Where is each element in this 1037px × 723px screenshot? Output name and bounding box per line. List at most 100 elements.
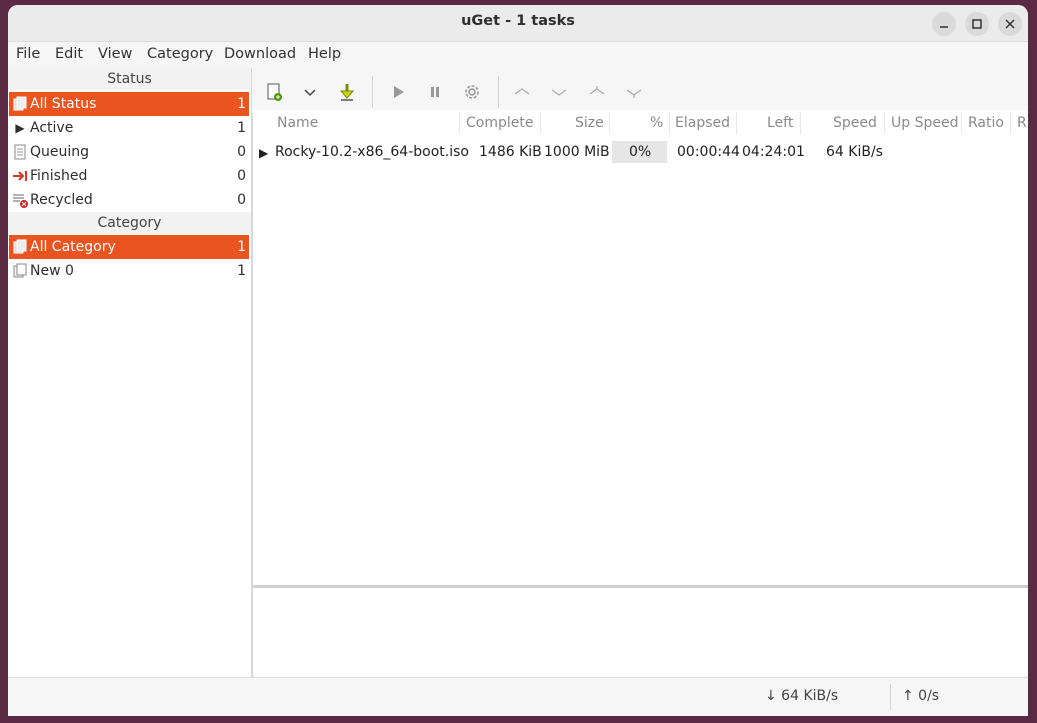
detail-pane[interactable] (253, 588, 1028, 676)
sidebar-item-label: Recycled (30, 192, 93, 208)
sidebar-item-label: New 0 (30, 263, 74, 279)
maximize-button[interactable] (965, 12, 989, 36)
new-dropdown-button[interactable] (298, 80, 322, 104)
new-file-icon (267, 83, 282, 101)
sidebar: Status All Status 1 ▶ Active 1 Queuing 0… (8, 68, 254, 678)
sidebar-item-label: All Status (30, 96, 97, 112)
column-separator (1010, 112, 1011, 134)
column-header-name[interactable]: Name (277, 115, 318, 131)
column-header-percent[interactable]: % (650, 115, 663, 131)
column-header-speed[interactable]: Speed (833, 115, 877, 131)
sidebar-item-queuing[interactable]: Queuing 0 (9, 140, 249, 164)
titlebar[interactable]: uGet - 1 tasks (8, 5, 1028, 42)
menu-file[interactable]: File (16, 46, 40, 62)
move-bottom-button[interactable] (622, 80, 646, 104)
recycled-icon (12, 188, 28, 212)
download-arrow-icon (339, 84, 355, 101)
category-icon (12, 259, 28, 283)
play-icon: ▶ (259, 146, 269, 160)
toolbar (252, 68, 1028, 115)
column-separator (540, 112, 541, 134)
sidebar-item-label: All Category (30, 239, 116, 255)
play-icon: ▶ (15, 121, 25, 135)
maximize-icon (972, 19, 982, 29)
cell-speed: 64 KiB/s (826, 144, 883, 160)
sidebar-item-label: Finished (30, 168, 88, 184)
download-speed: ↓ 64 KiB/s (765, 688, 839, 704)
move-bottom-icon (626, 89, 642, 98)
pause-button[interactable] (423, 80, 447, 104)
cell-left: 04:24:01 (742, 144, 805, 160)
app-window: uGet - 1 tasks File Edit View Category D… (8, 5, 1028, 716)
upload-speed: ↑ 0/s (902, 688, 940, 704)
window-title: uGet - 1 tasks (461, 13, 575, 29)
cell-complete: 1486 KiB (479, 144, 542, 160)
save-download-button[interactable] (335, 80, 359, 104)
sidebar-item-all-status[interactable]: All Status 1 (9, 92, 249, 116)
chevron-up-icon (514, 88, 530, 95)
finished-arrow-icon (12, 164, 28, 188)
menu-edit[interactable]: Edit (55, 46, 83, 62)
toolbar-separator (372, 76, 373, 108)
document-icon (12, 140, 28, 164)
table-header: Name Complete Size % Elapsed Left Speed … (253, 110, 1028, 136)
minimize-button[interactable] (932, 12, 956, 36)
sidebar-item-count: 0 (237, 168, 246, 184)
menubar: File Edit View Category Download Help (8, 42, 1028, 69)
status-section-header: Status (8, 68, 251, 90)
sidebar-item-finished[interactable]: Finished 0 (9, 164, 249, 188)
move-up-button[interactable] (510, 80, 534, 104)
menu-help[interactable]: Help (308, 46, 341, 62)
column-separator (884, 112, 885, 134)
column-header-elapsed[interactable]: Elapsed (675, 115, 730, 131)
sidebar-item-active[interactable]: ▶ Active 1 (9, 116, 249, 140)
all-status-icon (12, 92, 28, 116)
move-top-icon (589, 86, 605, 95)
download-list: Name Complete Size % Elapsed Left Speed … (253, 110, 1028, 588)
start-button[interactable] (386, 80, 410, 104)
new-download-button[interactable] (262, 80, 286, 104)
all-category-icon (12, 235, 28, 259)
cell-name: Rocky-10.2-x86_64-boot.iso (275, 144, 469, 160)
column-header-left[interactable]: Left (767, 115, 793, 131)
gear-icon (465, 85, 479, 99)
cell-elapsed: 00:00:44 (677, 144, 740, 160)
sidebar-item-count: 1 (237, 239, 246, 255)
sidebar-item-count: 1 (237, 263, 246, 279)
column-header-size[interactable]: Size (575, 115, 604, 131)
toolbar-separator (498, 76, 499, 108)
cell-percent: 0% (629, 144, 652, 160)
sidebar-item-count: 0 (237, 144, 246, 160)
column-header-up-speed[interactable]: Up Speed (891, 115, 958, 131)
category-section-header: Category (8, 212, 251, 234)
column-separator (609, 112, 610, 134)
close-button[interactable] (998, 12, 1022, 36)
sidebar-item-recycled[interactable]: Recycled 0 (9, 188, 249, 212)
sidebar-item-label: Queuing (30, 144, 90, 160)
statusbar: ↓ 64 KiB/s ↑ 0/s (8, 677, 1028, 716)
sidebar-item-all-category[interactable]: All Category 1 (9, 235, 249, 259)
pause-icon (431, 87, 439, 97)
column-header-ratio[interactable]: Ratio (968, 115, 1004, 131)
sidebar-item-count: 0 (237, 192, 246, 208)
close-icon (1005, 19, 1015, 29)
move-down-button[interactable] (547, 80, 571, 104)
menu-view[interactable]: View (98, 46, 132, 62)
column-separator (736, 112, 737, 134)
sidebar-item-count: 1 (237, 120, 246, 136)
column-separator (961, 112, 962, 134)
chevron-down-icon (304, 89, 316, 97)
menu-category[interactable]: Category (147, 46, 213, 62)
chevron-down-icon (551, 89, 567, 96)
sidebar-item-label: Active (30, 120, 74, 136)
column-separator (669, 112, 670, 134)
menu-download[interactable]: Download (224, 46, 296, 62)
sidebar-item-new-0[interactable]: New 0 1 (9, 259, 249, 283)
move-top-button[interactable] (585, 80, 609, 104)
sidebar-item-count: 1 (237, 96, 246, 112)
properties-button[interactable] (460, 80, 484, 104)
play-icon (394, 86, 404, 98)
column-header-r[interactable]: R (1017, 115, 1027, 131)
column-header-complete[interactable]: Complete (466, 115, 533, 131)
cell-size: 1000 MiB (544, 144, 610, 160)
